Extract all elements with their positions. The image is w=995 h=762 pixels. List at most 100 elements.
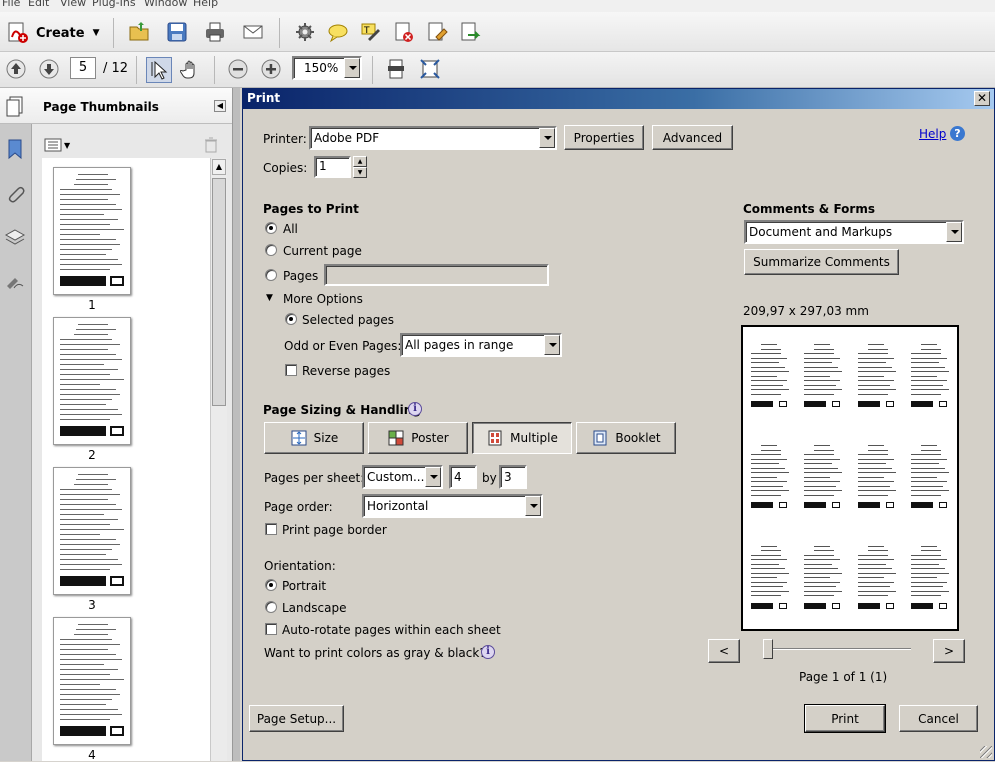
auto-rotate-label[interactable]: Auto-rotate pages within each sheet: [282, 623, 501, 637]
chevron-down-icon[interactable]: [946, 222, 962, 242]
attachment-icon[interactable]: [4, 184, 26, 206]
page-thumbnail[interactable]: [53, 467, 131, 595]
booklet-button[interactable]: Booklet: [576, 422, 676, 454]
expand-triangle-icon[interactable]: ▼: [266, 293, 273, 303]
size-button[interactable]: Size: [264, 422, 364, 454]
save-icon[interactable]: [166, 21, 188, 43]
scroll-thumb[interactable]: [212, 178, 226, 406]
create-button[interactable]: Create ▼: [6, 20, 104, 46]
printer-select[interactable]: Adobe PDF: [309, 126, 557, 150]
info-icon[interactable]: i: [408, 402, 422, 416]
previous-page-icon[interactable]: [5, 58, 27, 80]
trash-icon[interactable]: [204, 137, 218, 156]
comment-icon[interactable]: [327, 21, 349, 43]
summarize-comments-button[interactable]: Summarize Comments: [744, 249, 899, 275]
preview-slider-thumb[interactable]: [763, 639, 773, 659]
more-options-label[interactable]: More Options: [283, 292, 363, 306]
print-page-border-label[interactable]: Print page border: [282, 523, 387, 537]
sign-icon[interactable]: [393, 21, 415, 43]
full-screen-icon[interactable]: [419, 58, 441, 80]
menu-help[interactable]: Help: [193, 0, 218, 9]
zoom-in-icon[interactable]: [260, 58, 282, 80]
pages-label[interactable]: Pages: [283, 269, 318, 283]
preview-next-button[interactable]: >: [933, 639, 965, 663]
landscape-radio[interactable]: [265, 601, 277, 613]
reverse-pages-checkbox[interactable]: [285, 364, 297, 376]
bookmark-icon[interactable]: [4, 138, 26, 160]
highlight-icon[interactable]: T: [360, 21, 382, 43]
zoom-out-icon[interactable]: [227, 58, 249, 80]
advanced-button[interactable]: Advanced: [652, 125, 733, 150]
page-number-input[interactable]: 5: [70, 57, 96, 79]
comments-forms-select[interactable]: Document and Markups: [744, 220, 964, 244]
certify-icon[interactable]: [426, 21, 448, 43]
properties-button[interactable]: Properties: [564, 125, 644, 150]
settings-icon[interactable]: [294, 21, 316, 43]
page-order-select[interactable]: Horizontal: [362, 494, 543, 518]
collapse-panel-icon[interactable]: ◀: [214, 100, 226, 112]
chevron-down-icon[interactable]: [344, 58, 360, 78]
thumbnail-scrollbar[interactable]: ▲: [210, 158, 227, 761]
print-button[interactable]: Print: [804, 704, 886, 733]
rows-input[interactable]: 3: [499, 465, 527, 489]
selected-pages-radio[interactable]: [285, 313, 297, 325]
close-button[interactable]: ✕: [974, 91, 990, 106]
menu-file[interactable]: File: [2, 0, 20, 9]
scroll-up-icon[interactable]: ▲: [212, 159, 226, 175]
pages-per-sheet-select[interactable]: Custom...: [362, 465, 443, 489]
pages-radio[interactable]: [265, 269, 277, 281]
thumbnail-options-button[interactable]: ▼: [44, 136, 72, 154]
fit-page-icon[interactable]: [385, 58, 407, 80]
page-thumbnail[interactable]: [53, 317, 131, 445]
info-icon[interactable]: i: [481, 645, 495, 659]
portrait-radio[interactable]: [265, 579, 277, 591]
open-folder-icon[interactable]: [128, 21, 150, 43]
current-page-label[interactable]: Current page: [283, 244, 362, 258]
menu-edit[interactable]: Edit: [28, 0, 49, 9]
hand-tool-icon[interactable]: [180, 58, 202, 80]
cancel-button[interactable]: Cancel: [899, 705, 978, 732]
menu-window[interactable]: Window: [144, 0, 187, 9]
help-icon[interactable]: ?: [950, 126, 965, 141]
preview-prev-button[interactable]: <: [708, 639, 740, 663]
chevron-down-icon[interactable]: [425, 467, 441, 487]
all-radio[interactable]: [265, 222, 277, 234]
print-icon[interactable]: [204, 21, 226, 43]
signatures-icon[interactable]: [4, 270, 26, 292]
menu-view[interactable]: View: [60, 0, 86, 9]
multiple-button[interactable]: Multiple: [472, 422, 572, 454]
all-label[interactable]: All: [283, 222, 298, 236]
portrait-label[interactable]: Portrait: [282, 579, 326, 593]
auto-rotate-checkbox[interactable]: [265, 623, 277, 635]
page-setup-button[interactable]: Page Setup...: [249, 705, 344, 732]
chevron-down-icon[interactable]: [525, 496, 541, 516]
copies-up-icon[interactable]: ▲: [353, 156, 367, 167]
layers-icon[interactable]: [4, 226, 26, 248]
page-thumbnail[interactable]: [53, 617, 131, 745]
copies-input[interactable]: 1: [314, 156, 351, 178]
page-thumbnail[interactable]: [53, 167, 131, 295]
panel-splitter[interactable]: [232, 88, 240, 761]
review-icon[interactable]: [459, 21, 481, 43]
resize-grip[interactable]: [980, 746, 992, 758]
pages-range-input[interactable]: [324, 264, 549, 286]
select-tool-icon[interactable]: [146, 57, 172, 83]
preview-slider-track[interactable]: [763, 648, 911, 650]
menu-plugins[interactable]: Plug-Ins: [92, 0, 136, 9]
poster-button[interactable]: Poster: [368, 422, 468, 454]
selected-pages-label[interactable]: Selected pages: [302, 313, 394, 327]
zoom-select[interactable]: 150%: [292, 56, 362, 80]
reverse-pages-label[interactable]: Reverse pages: [302, 364, 390, 378]
columns-input[interactable]: 4: [449, 465, 477, 489]
page-thumbnails-icon[interactable]: [4, 95, 26, 117]
print-page-border-checkbox[interactable]: [265, 523, 277, 535]
email-icon[interactable]: [242, 21, 264, 43]
help-link[interactable]: Help: [919, 127, 946, 141]
chevron-down-icon[interactable]: [544, 335, 560, 355]
chevron-down-icon[interactable]: [539, 128, 555, 148]
landscape-label[interactable]: Landscape: [282, 601, 346, 615]
current-page-radio[interactable]: [265, 244, 277, 256]
next-page-icon[interactable]: [38, 58, 60, 80]
copies-down-icon[interactable]: ▼: [353, 167, 367, 178]
odd-even-select[interactable]: All pages in range: [400, 333, 562, 357]
